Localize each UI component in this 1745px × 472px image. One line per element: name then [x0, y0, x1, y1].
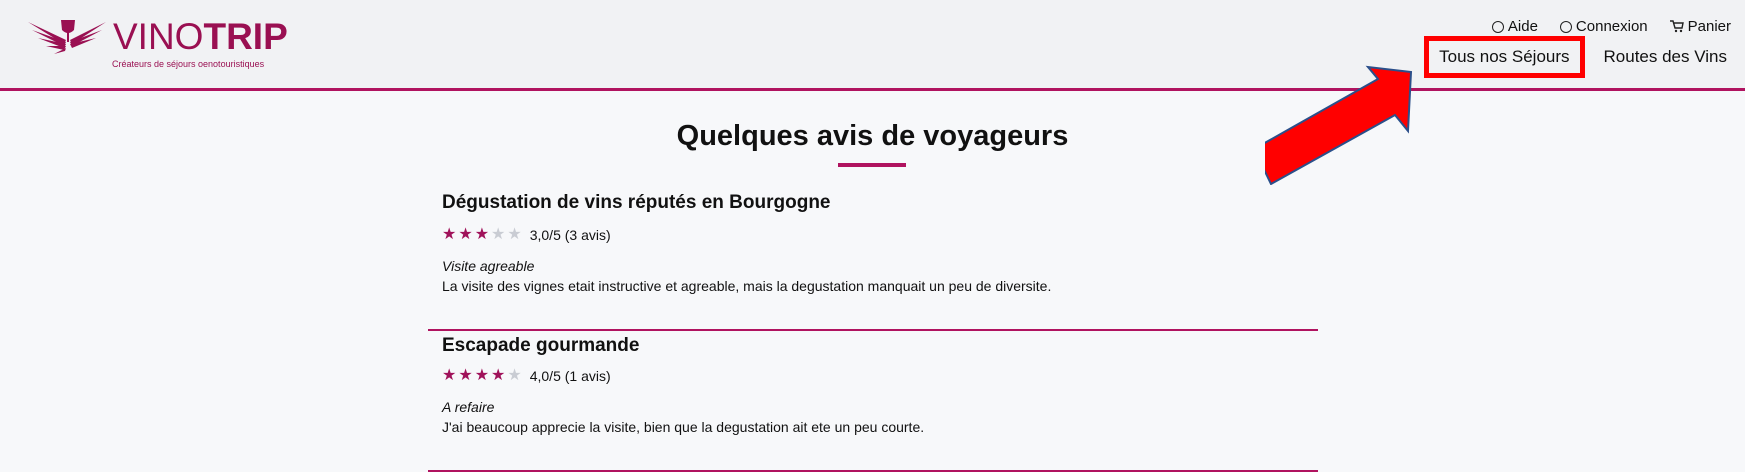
login-link[interactable]: Connexion	[1559, 18, 1648, 35]
star-filled-icon: ★	[474, 226, 490, 243]
review-headline: A refaire	[442, 399, 495, 415]
star-filled-icon: ★	[458, 226, 473, 243]
user-icon	[1559, 20, 1572, 33]
help-label: Aide	[1507, 18, 1538, 35]
reviews-list: Dégustation de vins réputés en Bourgogne…	[428, 190, 1318, 472]
main-nav: Tous nos Séjours Routes des Vins	[1424, 36, 1727, 78]
site-header: VINOTRIP Créateurs de séjours oenotouris…	[0, 0, 1745, 91]
star-filled-icon: ★	[474, 367, 490, 384]
review-card: Escapade gourmande ★ ★ ★ ★ ★ 4,0/5 (1 av…	[428, 331, 1318, 472]
utility-nav: Aide Connexion Panier	[1491, 18, 1731, 35]
nav-item-tous-nos-sejours[interactable]: Tous nos Séjours	[1424, 36, 1585, 78]
review-text: La visite des vignes etait instructive e…	[442, 278, 1052, 294]
cart-link[interactable]: Panier	[1669, 18, 1731, 35]
brand-tagline: Créateurs de séjours oenotouristiques	[112, 59, 265, 69]
wine-wings-logo-icon	[28, 20, 106, 54]
title-underline	[838, 163, 906, 167]
star-filled-icon: ★	[442, 226, 457, 243]
star-filled-icon: ★	[442, 367, 457, 384]
star-filled-icon: ★	[458, 367, 473, 384]
rating-text: 4,0/5 (1 avis)	[529, 368, 611, 384]
nav-item-routes-des-vins[interactable]: Routes des Vins	[1604, 45, 1727, 69]
brand-name: VINOTRIP	[113, 16, 288, 57]
review-text: J'ai beaucoup apprecie la visite, bien q…	[442, 419, 925, 435]
review-rating: ★ ★ ★ ★ ★ 3,0/5 (3 avis)	[442, 227, 611, 244]
review-title[interactable]: Escapade gourmande	[442, 335, 639, 357]
star-empty-icon: ★	[507, 226, 522, 243]
rating-text: 3,0/5 (3 avis)	[529, 227, 611, 243]
cart-icon	[1669, 20, 1684, 33]
login-label: Connexion	[1575, 18, 1648, 35]
star-rating: ★ ★ ★ ★ ★	[442, 227, 522, 243]
cart-label: Panier	[1687, 18, 1731, 35]
star-empty-icon: ★	[491, 226, 506, 243]
star-filled-icon: ★	[491, 367, 506, 384]
star-empty-icon: ★	[507, 367, 522, 384]
review-title[interactable]: Dégustation de vins réputés en Bourgogne	[442, 192, 831, 214]
help-link[interactable]: Aide	[1491, 18, 1538, 35]
star-rating: ★ ★ ★ ★ ★	[442, 368, 522, 384]
review-rating: ★ ★ ★ ★ ★ 4,0/5 (1 avis)	[442, 368, 611, 385]
page-title: Quelques avis de voyageurs	[676, 120, 1069, 152]
vinotrip-logo[interactable]: VINOTRIP Créateurs de séjours oenotouris…	[28, 16, 288, 76]
help-icon	[1491, 20, 1504, 33]
review-card: Dégustation de vins réputés en Bourgogne…	[428, 190, 1318, 331]
review-headline: Visite agreable	[442, 258, 535, 274]
